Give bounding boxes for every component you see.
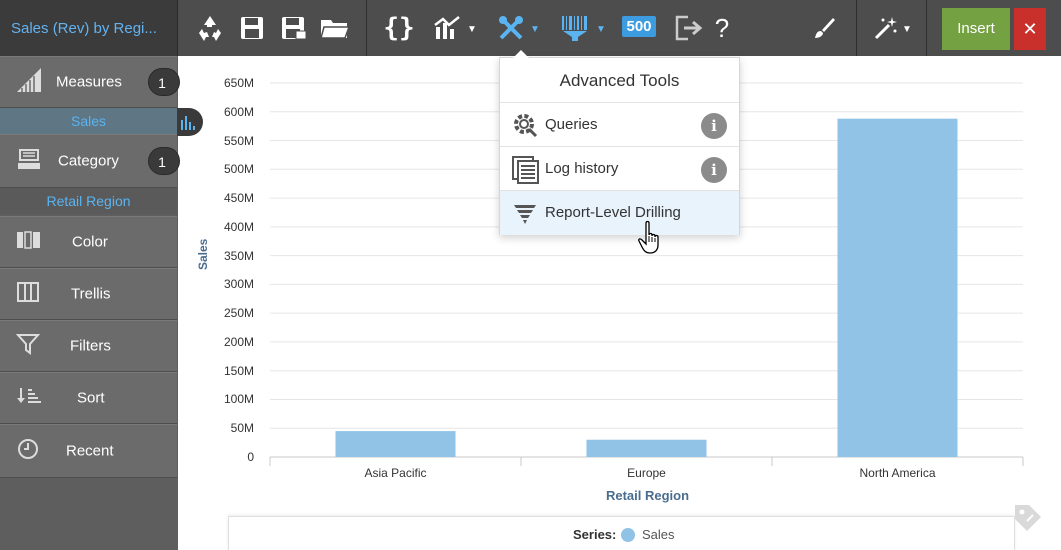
sidebar-item-recent[interactable]: Recent bbox=[0, 424, 177, 478]
chart-legend: Series: Sales bbox=[228, 516, 1015, 550]
close-button[interactable]: ✕ bbox=[1014, 8, 1046, 50]
y-tick-label: 50M bbox=[230, 421, 254, 436]
sidebar-item-label: Category bbox=[58, 152, 119, 170]
sidebar-item-measures[interactable]: Measures 1 bbox=[0, 56, 180, 108]
log-history-icon bbox=[512, 156, 540, 188]
y-tick-label: 150M bbox=[223, 363, 254, 378]
bar-asia-pacific[interactable] bbox=[335, 431, 456, 457]
legend-series-name[interactable]: Sales bbox=[642, 527, 675, 542]
info-icon[interactable]: i bbox=[701, 113, 727, 139]
report-title[interactable]: Sales (Rev) by Regi... bbox=[11, 20, 157, 37]
menu-item-label: Report-Level Drilling bbox=[545, 204, 681, 221]
y-tick-label: 200M bbox=[223, 334, 254, 349]
category-count-badge: 1 bbox=[148, 147, 180, 175]
y-axis-label: Sales bbox=[196, 238, 210, 270]
tag-icon[interactable] bbox=[1013, 503, 1043, 538]
gear-search-icon bbox=[512, 112, 538, 142]
sidebar-item-category[interactable]: Category 1 bbox=[0, 134, 180, 188]
toolbar: Sales (Rev) by Regi... {} ▼ ▼ ▼ 500 ? ▼ … bbox=[0, 0, 1061, 56]
y-tick-label: 400M bbox=[223, 219, 254, 234]
y-tick-label: 550M bbox=[223, 133, 254, 148]
chart-type-caret-icon[interactable]: ▼ bbox=[467, 24, 477, 35]
measures-icon bbox=[16, 67, 42, 97]
row-limit-badge[interactable]: 500 bbox=[622, 16, 656, 37]
x-tick-label: Asia Pacific bbox=[364, 466, 427, 480]
bar-north-america[interactable] bbox=[837, 118, 958, 458]
clock-icon bbox=[16, 437, 40, 465]
open-folder-icon[interactable] bbox=[320, 12, 350, 44]
sidebar-item-label: Sort bbox=[77, 389, 105, 407]
report-title-box[interactable]: Sales (Rev) by Regi... bbox=[0, 0, 178, 56]
braces-icon[interactable]: {} bbox=[382, 12, 416, 44]
sidebar-item-label: Filters bbox=[70, 337, 111, 355]
sidebar-item-label: Recent bbox=[66, 442, 114, 460]
magic-caret-icon[interactable]: ▼ bbox=[902, 24, 912, 35]
y-tick-label: 450M bbox=[223, 191, 254, 206]
barcode-caret-icon[interactable]: ▼ bbox=[596, 24, 606, 35]
toolbar-separator bbox=[926, 0, 927, 56]
y-tick-label: 100M bbox=[223, 392, 254, 407]
chart-type-icon[interactable] bbox=[432, 12, 462, 44]
recycle-icon[interactable] bbox=[194, 12, 226, 44]
sidebar: Measures 1 Sales Category 1 Retail Regio… bbox=[0, 56, 180, 550]
menu-item-report-level-drilling[interactable]: Report-Level Drilling bbox=[500, 191, 739, 235]
legend-series-swatch[interactable] bbox=[621, 528, 635, 542]
dropdown-pointer bbox=[513, 50, 529, 58]
y-tick-label: 650M bbox=[223, 76, 254, 90]
barcode-filter-icon[interactable] bbox=[560, 12, 590, 44]
menu-item-queries[interactable]: Queries i bbox=[500, 103, 739, 147]
save-icon[interactable] bbox=[238, 12, 266, 44]
y-tick-label: 600M bbox=[223, 104, 254, 119]
insert-button[interactable]: Insert bbox=[942, 8, 1010, 50]
x-axis-label: Retail Region bbox=[605, 488, 690, 503]
menu-item-label: Log history bbox=[545, 160, 619, 177]
color-icon bbox=[16, 230, 42, 254]
y-tick-label: 0 bbox=[247, 450, 254, 464]
help-icon[interactable]: ? bbox=[710, 12, 734, 44]
export-icon[interactable] bbox=[674, 12, 704, 44]
sidebar-item-label: Measures bbox=[56, 73, 122, 91]
trellis-icon bbox=[16, 281, 40, 307]
hand-cursor-icon bbox=[637, 220, 667, 261]
drill-funnel-icon bbox=[512, 200, 538, 230]
sidebar-item-label: Trellis bbox=[71, 285, 111, 303]
sort-icon bbox=[16, 386, 42, 410]
x-tick-label: Europe bbox=[627, 466, 666, 480]
measures-count-badge: 1 bbox=[148, 68, 180, 96]
y-tick-label: 500M bbox=[223, 162, 254, 177]
legend-series-label: Series: bbox=[573, 527, 617, 542]
sidebar-item-trellis[interactable]: Trellis bbox=[0, 268, 177, 320]
category-icon bbox=[16, 147, 42, 175]
advanced-tools-dropdown: Advanced Tools Queries i Log history i R… bbox=[499, 50, 740, 235]
sidebar-item-sort[interactable]: Sort bbox=[0, 372, 177, 424]
y-tick-label: 250M bbox=[223, 306, 254, 321]
sidebar-item-label: Color bbox=[72, 233, 108, 251]
y-tick-label: 300M bbox=[223, 277, 254, 292]
save-as-icon[interactable] bbox=[280, 12, 308, 44]
filter-icon bbox=[15, 333, 41, 359]
info-icon[interactable]: i bbox=[701, 157, 727, 183]
paintbrush-icon[interactable] bbox=[810, 12, 838, 44]
toolbar-separator bbox=[366, 0, 367, 56]
magic-wand-icon[interactable] bbox=[872, 12, 900, 44]
menu-item-label: Queries bbox=[545, 116, 598, 133]
toolbar-separator bbox=[856, 0, 857, 56]
x-tick-label: North America bbox=[859, 466, 936, 480]
dropdown-title: Advanced Tools bbox=[500, 58, 739, 103]
sidebar-item-color[interactable]: Color bbox=[0, 216, 177, 268]
selected-category[interactable]: Retail Region bbox=[0, 188, 177, 214]
sidebar-item-filters[interactable]: Filters bbox=[0, 320, 177, 372]
bar-europe[interactable] bbox=[586, 439, 707, 457]
selected-measure[interactable]: Sales bbox=[0, 108, 177, 134]
advanced-tools-icon[interactable] bbox=[496, 12, 526, 44]
menu-item-log-history[interactable]: Log history i bbox=[500, 147, 739, 191]
advanced-tools-caret-icon[interactable]: ▼ bbox=[530, 24, 540, 35]
